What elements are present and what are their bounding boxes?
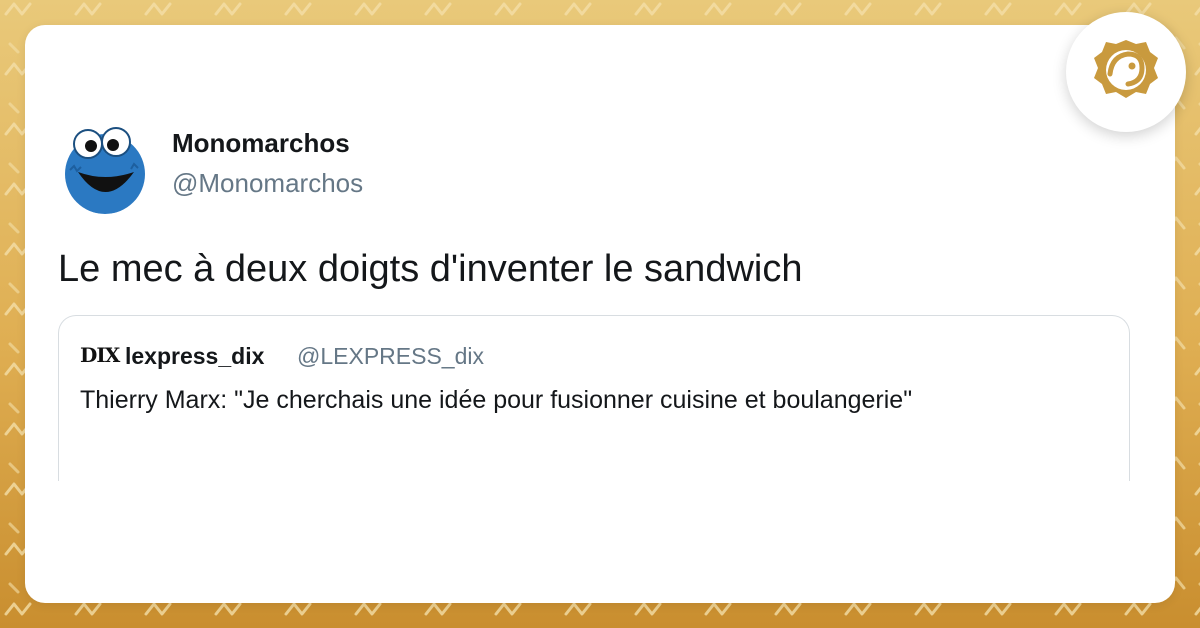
tweet-text: Le mec à deux doigts d'inventer le sandw… xyxy=(58,248,803,290)
quoted-author-logo: DIX xyxy=(80,343,120,367)
brand-logo-icon xyxy=(1066,12,1186,132)
quoted-author-name[interactable]: lexpress_dix xyxy=(125,343,264,370)
author-handle[interactable]: @Monomarchos xyxy=(172,168,363,199)
author-name[interactable]: Monomarchos xyxy=(172,128,350,159)
quoted-author-handle[interactable]: @LEXPRESS_dix xyxy=(297,343,484,370)
quoted-tweet[interactable]: DIX lexpress_dix @LEXPRESS_dix Thierry M… xyxy=(58,315,1130,481)
cookie-monster-avatar-icon[interactable] xyxy=(58,120,152,214)
tweet-card xyxy=(25,25,1175,603)
quoted-tweet-text: Thierry Marx: "Je cherchais une idée pou… xyxy=(80,386,913,414)
